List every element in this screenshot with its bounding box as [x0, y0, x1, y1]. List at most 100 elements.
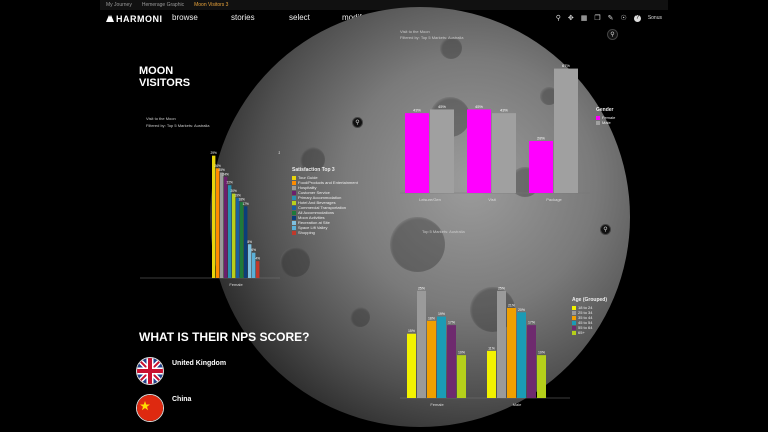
legend-title: Gender — [596, 107, 614, 113]
legend-label: 65+ — [578, 330, 585, 335]
chart3-title: Top 5 Markets: Australia — [422, 229, 465, 234]
legend-item[interactable]: 65+ — [572, 330, 607, 335]
bar[interactable] — [212, 155, 216, 278]
bar[interactable] — [232, 193, 236, 278]
legend-swatch — [292, 205, 296, 210]
chart-satisfaction: 29%26%25%24%22%20%19%18%17%8%6%4%Female2… — [140, 151, 280, 287]
legend-swatch — [292, 185, 296, 190]
bar[interactable] — [430, 109, 454, 193]
logo[interactable]: HARMONI — [106, 14, 163, 24]
zoom-icon[interactable]: ⚲ — [352, 117, 363, 128]
legend-swatch — [292, 200, 296, 205]
bar[interactable] — [517, 312, 526, 398]
data-label: 25% — [498, 286, 505, 290]
chart3-legend: Age (Grouped) 18 to 24 25 to 34 35 to 44 45… — [572, 297, 607, 335]
data-label: 28% — [537, 136, 545, 141]
toolbar-icons: ⚲ ✥ ▦ ❐ ✎ ☉ ? Sonus — [556, 14, 662, 22]
country-china: China — [172, 396, 192, 403]
legend-swatch — [572, 305, 576, 310]
chart2-subtitle: Filtered by: Top 5 Markets: Australia — [400, 35, 464, 40]
legend-label: Shopping — [298, 230, 315, 235]
page-title: MOON VISITORS — [139, 65, 191, 89]
zoom-icon[interactable]: ⚲ — [600, 224, 611, 235]
bar[interactable] — [447, 325, 456, 398]
bar[interactable] — [457, 355, 466, 398]
data-label: 6% — [251, 248, 256, 252]
legend-swatch — [572, 320, 576, 325]
bar[interactable] — [467, 109, 491, 193]
nps-title: WHAT IS THEIR NPS SCORE? — [139, 330, 310, 344]
data-label: 24% — [223, 172, 230, 176]
legend-swatch — [596, 115, 600, 120]
legend-title: Age (Grouped) — [572, 297, 607, 303]
chart1-legend: Satisfaction Top 3 Tour Guide Food/Produc… — [292, 167, 358, 235]
bar[interactable] — [405, 113, 429, 193]
china-flag-icon — [136, 394, 164, 422]
data-label: 17% — [528, 321, 535, 325]
uk-flag-icon — [136, 357, 164, 385]
bar[interactable] — [497, 290, 506, 398]
bar[interactable] — [228, 185, 232, 278]
nav-stories[interactable]: stories — [231, 13, 255, 22]
nav-browse[interactable]: browse — [172, 13, 198, 22]
share-icon[interactable]: ☉ — [621, 14, 627, 22]
legend-title: Satisfaction Top 3 — [292, 167, 335, 173]
category-label: Visit — [488, 197, 496, 202]
chart-age: 15% 25% 18%19% 17% 10% Female 11% 25% 21%20% 17% 1… — [400, 286, 570, 407]
data-label: 17% — [243, 202, 250, 206]
legend-swatch — [292, 225, 296, 230]
legend-item[interactable]: Shopping — [292, 230, 358, 235]
bar[interactable] — [529, 141, 553, 193]
search-icon[interactable]: ⚲ — [556, 14, 561, 22]
help-icon[interactable]: ? — [633, 14, 641, 22]
zoom-icon[interactable]: ⚲ — [607, 29, 618, 40]
legend-swatch — [292, 230, 296, 235]
data-label: 19% — [438, 312, 445, 316]
legend-item[interactable]: Male — [596, 120, 615, 125]
bar[interactable] — [407, 333, 416, 398]
legend-swatch — [572, 325, 576, 330]
data-label: 45% — [438, 104, 446, 109]
breadcrumb: My Journey Hemerage Graphic Moon Visitor… — [100, 0, 668, 10]
data-label: 45% — [475, 104, 483, 109]
bar[interactable] — [492, 113, 516, 193]
bar[interactable] — [427, 320, 436, 398]
bar[interactable] — [236, 197, 240, 278]
breadcrumb-item[interactable]: My Journey — [106, 2, 132, 8]
data-label: 43% — [413, 108, 421, 113]
data-label: 17% — [448, 321, 455, 325]
bar[interactable] — [216, 168, 220, 278]
chart1-subtitle: Filtered by: Top 5 Markets: Australia — [146, 123, 210, 128]
brand-name: HARMONI — [116, 13, 163, 24]
user-name[interactable]: Sonus — [648, 15, 662, 21]
legend-swatch — [292, 180, 296, 185]
breadcrumb-item[interactable]: Hemerage Graphic — [142, 2, 184, 8]
move-icon[interactable]: ✥ — [568, 14, 574, 22]
bar[interactable] — [554, 68, 578, 193]
bar[interactable] — [417, 290, 426, 398]
edit-icon[interactable]: ✎ — [608, 14, 614, 22]
bar[interactable] — [437, 316, 446, 398]
bar[interactable] — [240, 202, 244, 278]
data-label: 21% — [508, 304, 515, 308]
category-label: Leisure/Gen — [419, 197, 441, 202]
category-label: Male — [513, 402, 522, 407]
data-label: 29% — [211, 151, 218, 155]
nav-select[interactable]: select — [289, 13, 310, 22]
bar[interactable] — [487, 350, 496, 398]
bar[interactable] — [537, 355, 546, 398]
data-label: 29% — [279, 151, 280, 155]
bar[interactable] — [256, 261, 260, 278]
legend-swatch — [292, 220, 296, 225]
bar[interactable] — [507, 308, 516, 398]
app-window: My Journey Hemerage Graphic Moon Visitor… — [100, 0, 668, 432]
bar[interactable] — [224, 176, 228, 278]
copy-icon[interactable]: ❐ — [594, 14, 600, 22]
bar[interactable] — [220, 172, 224, 278]
bar[interactable] — [527, 325, 536, 398]
legend-swatch — [292, 210, 296, 215]
data-label: 22% — [227, 181, 234, 185]
category-label: Female — [229, 282, 243, 287]
page-icon[interactable]: ▦ — [581, 14, 588, 22]
breadcrumb-item-current[interactable]: Moon Visitors 3 — [194, 2, 228, 8]
